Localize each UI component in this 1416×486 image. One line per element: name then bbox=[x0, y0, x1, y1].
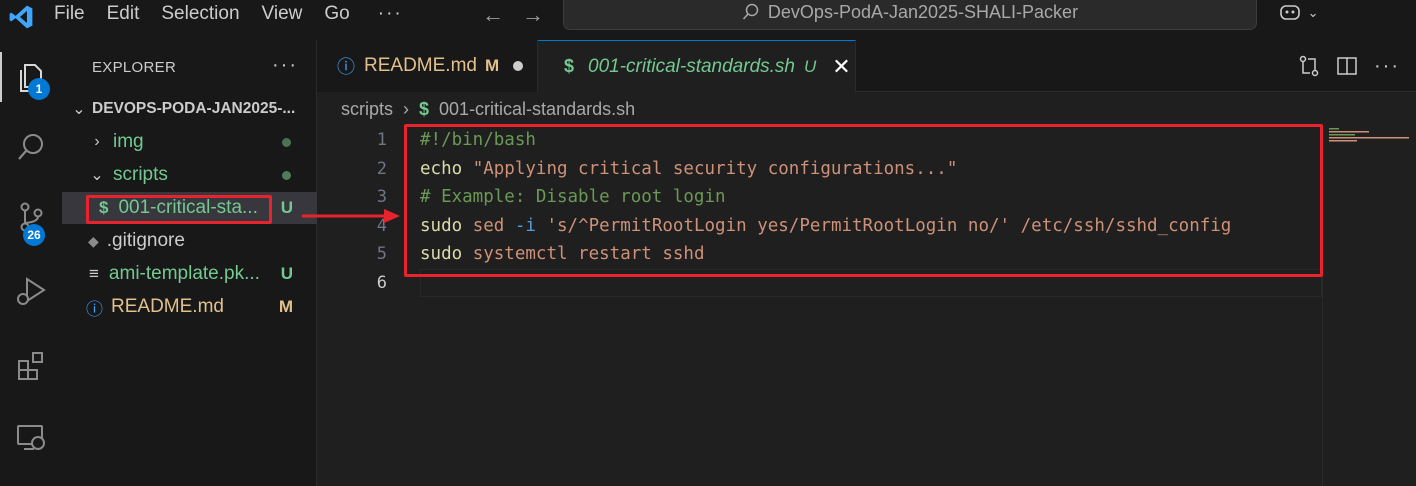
active-indicator bbox=[0, 52, 2, 102]
close-icon[interactable]: ✕ bbox=[832, 54, 850, 80]
chevron-right-icon: › bbox=[94, 133, 100, 150]
activity-bar: 1 26 bbox=[0, 40, 62, 486]
explorer-sidebar: EXPLORER ··· ⌄ DEVOPS-PODA-JAN2025-... ›… bbox=[62, 40, 317, 486]
info-icon: ⓘ bbox=[337, 57, 355, 77]
line-number: 2 bbox=[376, 159, 387, 179]
workspace-root-label: DEVOPS-PODA-JAN2025-... bbox=[92, 100, 296, 117]
vscode-logo-icon bbox=[9, 5, 33, 29]
explorer-title: EXPLORER bbox=[92, 59, 177, 76]
tree-folder-scripts[interactable]: ⌄ scripts bbox=[62, 159, 317, 191]
tab-git-status: M bbox=[484, 56, 500, 75]
git-status-dot bbox=[282, 137, 291, 147]
annotation-file-highlight bbox=[86, 195, 272, 224]
run-debug-icon bbox=[17, 277, 46, 305]
tree-file-readme[interactable]: ⓘ README.md M bbox=[62, 291, 317, 323]
tree-item-label: scripts bbox=[113, 164, 168, 185]
chevron-right-icon: › bbox=[403, 98, 410, 119]
menu-selection[interactable]: Selection bbox=[161, 3, 239, 25]
extensions-icon bbox=[18, 352, 43, 380]
minimap-preview bbox=[1329, 128, 1409, 142]
source-control-badge: 26 bbox=[23, 224, 45, 246]
menu-more-button[interactable]: ··· bbox=[378, 3, 403, 25]
tree-item-label: ami-template.pk... bbox=[108, 263, 260, 284]
more-actions-icon[interactable]: ··· bbox=[1374, 55, 1400, 78]
tree-file-ami-template[interactable]: ≡ ami-template.pk... U bbox=[62, 258, 317, 290]
activity-search[interactable] bbox=[0, 122, 62, 172]
copilot-icon bbox=[1280, 5, 1300, 20]
activity-extensions[interactable] bbox=[0, 340, 62, 390]
activity-run-debug[interactable] bbox=[0, 266, 62, 316]
tree-item-label: .gitignore bbox=[106, 230, 185, 251]
unsaved-dot-icon[interactable] bbox=[513, 61, 524, 71]
explorer-more-button[interactable]: ··· bbox=[272, 54, 298, 77]
line-number: 1 bbox=[376, 130, 387, 150]
remote-explorer-icon bbox=[17, 425, 45, 450]
back-arrow-icon[interactable]: ← bbox=[482, 2, 504, 28]
breadcrumb-folder[interactable]: scripts bbox=[341, 99, 393, 120]
annotation-code-highlight bbox=[404, 124, 1323, 277]
info-icon: ⓘ bbox=[86, 299, 103, 319]
forward-arrow-icon[interactable]: → bbox=[522, 2, 544, 28]
annotation-arrow bbox=[302, 209, 400, 223]
editor-actions: ··· bbox=[1298, 40, 1416, 92]
menu-bar: File Edit Selection View Go ··· bbox=[54, 0, 425, 28]
chevron-down-icon: ⌄ bbox=[72, 101, 86, 118]
shell-dollar-icon: $ bbox=[564, 56, 575, 76]
git-status-letter: U bbox=[280, 198, 293, 217]
tab-critical-standards[interactable]: $ 001-critical-standards.sh U ✕ bbox=[538, 40, 856, 92]
tab-label: 001-critical-standards.sh bbox=[588, 55, 795, 77]
chevron-down-icon: ⌄ bbox=[1307, 5, 1319, 20]
command-center-search[interactable]: DevOps-PodA-Jan2025-SHALI-Packer bbox=[563, 0, 1257, 30]
minimap[interactable] bbox=[1322, 126, 1416, 486]
line-number: 5 bbox=[376, 244, 387, 264]
chevron-down-icon: ⌄ bbox=[90, 167, 104, 184]
menu-file[interactable]: File bbox=[54, 3, 85, 25]
breadcrumb: scripts › $ 001-critical-standards.sh bbox=[317, 92, 635, 126]
git-status-dot bbox=[282, 170, 291, 180]
copilot-menu[interactable]: ⌄ bbox=[1278, 2, 1318, 28]
tree-file-gitignore[interactable]: ◆ .gitignore bbox=[62, 225, 317, 257]
menu-edit[interactable]: Edit bbox=[107, 3, 140, 25]
explorer-badge: 1 bbox=[28, 78, 50, 100]
tab-readme[interactable]: ⓘ README.md M bbox=[317, 40, 538, 92]
git-diamond-icon: ◆ bbox=[88, 232, 99, 249]
file-lines-icon: ≡ bbox=[89, 264, 99, 283]
breadcrumb-file[interactable]: 001-critical-standards.sh bbox=[439, 99, 635, 120]
split-editor-icon[interactable] bbox=[1336, 55, 1358, 77]
activity-remote-explorer[interactable] bbox=[0, 412, 62, 462]
line-number: 6 bbox=[376, 273, 387, 293]
search-text: DevOps-PodA-Jan2025-SHALI-Packer bbox=[767, 1, 1079, 22]
title-bar: File Edit Selection View Go ··· ← → DevO… bbox=[0, 0, 1416, 40]
navigation-arrows: ← → bbox=[482, 2, 544, 28]
shell-dollar-icon: $ bbox=[419, 98, 430, 119]
tree-item-label: img bbox=[113, 131, 144, 152]
menu-view[interactable]: View bbox=[262, 3, 303, 25]
menu-go[interactable]: Go bbox=[324, 3, 349, 25]
git-status-letter: U bbox=[280, 264, 293, 283]
tab-git-status: U bbox=[804, 56, 817, 76]
tree-folder-img[interactable]: › img bbox=[62, 126, 317, 158]
editor-tab-bar: ⓘ README.md M $ 001-critical-standards.s… bbox=[317, 40, 1416, 92]
search-icon bbox=[18, 134, 43, 160]
workspace-root[interactable]: ⌄ DEVOPS-PODA-JAN2025-... bbox=[62, 93, 317, 125]
tab-label: README.md bbox=[364, 55, 477, 76]
activity-explorer[interactable]: 1 bbox=[0, 52, 62, 102]
activity-source-control[interactable]: 26 bbox=[0, 192, 62, 246]
git-status-letter: M bbox=[278, 297, 293, 316]
tree-item-label: README.md bbox=[111, 296, 224, 317]
compare-changes-icon[interactable] bbox=[1298, 55, 1320, 77]
search-icon bbox=[742, 3, 759, 20]
